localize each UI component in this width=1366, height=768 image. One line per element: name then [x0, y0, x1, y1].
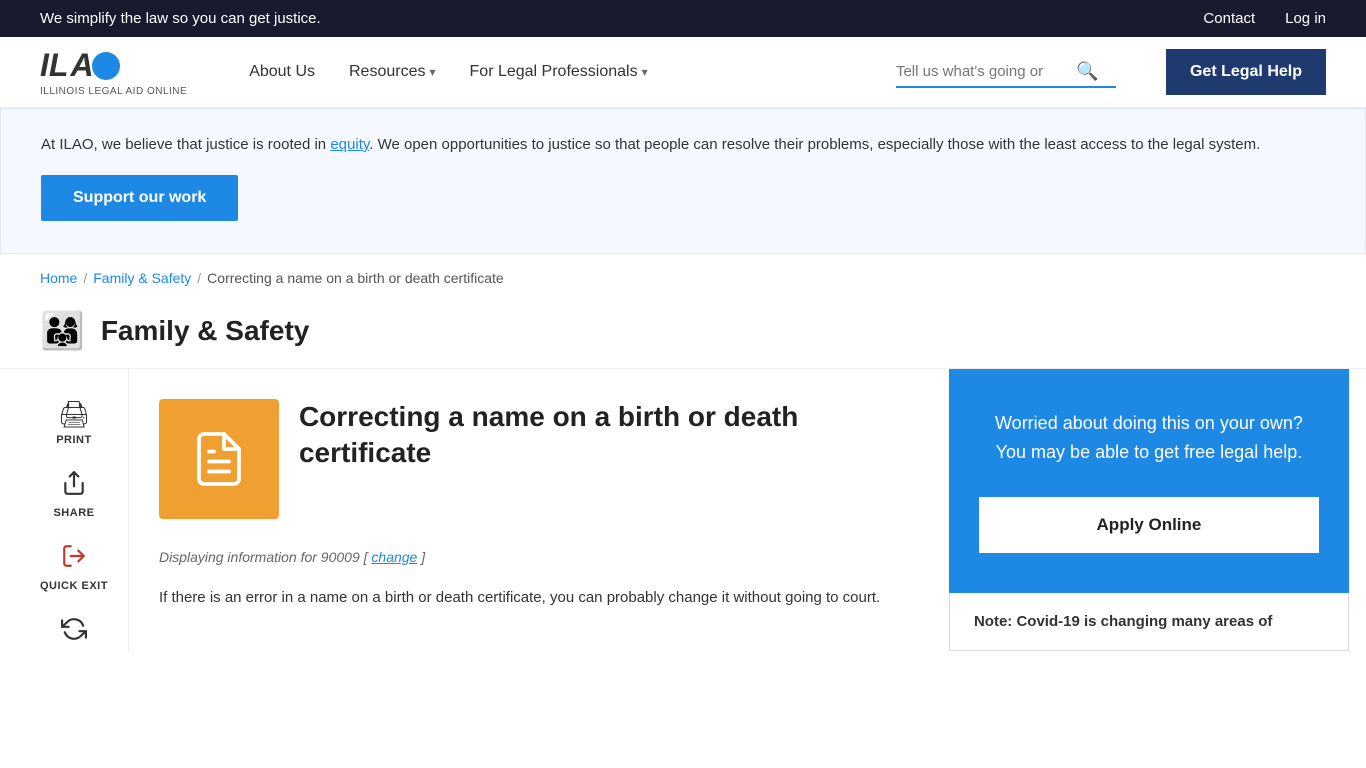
article-title: Correcting a name on a birth or death ce… — [299, 399, 909, 472]
article-body-text: If there is an error in a name on a birt… — [159, 585, 909, 611]
logo-circle-o — [92, 52, 120, 80]
resources-chevron-icon: ▾ — [429, 65, 435, 79]
logo[interactable]: IL A ILLINOIS LEGAL AID ONLINE — [40, 47, 187, 97]
share-label: SHARE — [53, 507, 94, 519]
apply-online-button[interactable]: Apply Online — [979, 497, 1319, 553]
header: IL A ILLINOIS LEGAL AID ONLINE About Us … — [0, 37, 1366, 108]
share-action[interactable]: SHARE — [53, 470, 94, 519]
tagline: We simplify the law so you can get justi… — [40, 10, 321, 27]
search-area: 🔍 — [896, 57, 1116, 88]
family-safety-icon: 👨‍👩‍👧 — [40, 310, 85, 352]
right-panel-text: Worried about doing this on your own? Yo… — [979, 409, 1319, 467]
recycle-icon — [61, 616, 87, 649]
breadcrumb: Home / Family & Safety / Correcting a na… — [0, 254, 1366, 302]
print-label: PRINT — [56, 434, 92, 446]
quick-exit-icon — [61, 543, 87, 576]
equity-link[interactable]: equity — [330, 136, 369, 153]
breadcrumb-home[interactable]: Home — [40, 270, 77, 286]
top-banner: We simplify the law so you can get justi… — [0, 0, 1366, 37]
recycle-action[interactable] — [61, 616, 87, 649]
nav-resources[interactable]: Resources ▾ — [337, 55, 448, 89]
print-action[interactable]: 🖨 PRINT — [56, 399, 92, 446]
breadcrumb-family-safety[interactable]: Family & Safety — [93, 270, 191, 286]
search-input[interactable] — [896, 63, 1076, 80]
print-icon: 🖨 — [57, 399, 90, 430]
support-work-button[interactable]: Support our work — [41, 175, 238, 221]
nav-about-us[interactable]: About Us — [237, 55, 327, 89]
info-banner-text: At ILAO, we believe that justice is root… — [41, 133, 1325, 157]
sidebar-actions: 🖨 PRINT SHARE QUICK EXIT — [40, 369, 129, 651]
contact-link[interactable]: Contact — [1203, 10, 1255, 27]
breadcrumb-sep-2: / — [197, 270, 201, 286]
nav-legal-professionals[interactable]: For Legal Professionals ▾ — [458, 55, 660, 89]
breadcrumb-current: Correcting a name on a birth or death ce… — [207, 270, 504, 286]
get-legal-help-button[interactable]: Get Legal Help — [1166, 49, 1326, 95]
change-location-link[interactable]: change — [371, 549, 417, 565]
main-nav: About Us Resources ▾ For Legal Professio… — [237, 55, 866, 89]
page-title: Family & Safety — [101, 315, 310, 347]
right-panel: Worried about doing this on your own? Yo… — [949, 369, 1349, 593]
article-body: If there is an error in a name on a birt… — [159, 585, 909, 611]
logo-ao: A — [70, 47, 119, 84]
quick-exit-label: QUICK EXIT — [40, 580, 108, 592]
info-banner: At ILAO, we believe that justice is root… — [0, 108, 1366, 254]
logo-subtitle: ILLINOIS LEGAL AID ONLINE — [40, 86, 187, 97]
search-button[interactable]: 🔍 — [1076, 61, 1098, 82]
article-thumbnail — [159, 399, 279, 519]
note-panel: Note: Covid-19 is changing many areas of — [949, 593, 1349, 651]
main-content: 🖨 PRINT SHARE QUICK EXIT — [0, 369, 1366, 651]
location-info: Displaying information for 90009 [ chang… — [159, 549, 909, 565]
article-area: Correcting a name on a birth or death ce… — [129, 369, 949, 651]
logo-il: IL — [40, 47, 68, 84]
page-title-area: 👨‍👩‍👧 Family & Safety — [0, 302, 1366, 369]
legal-professionals-chevron-icon: ▾ — [642, 65, 648, 79]
top-banner-links: Contact Log in — [1203, 10, 1326, 27]
login-link[interactable]: Log in — [1285, 10, 1326, 27]
breadcrumb-sep-1: / — [83, 270, 87, 286]
share-icon — [61, 470, 87, 503]
quick-exit-action[interactable]: QUICK EXIT — [40, 543, 108, 592]
right-column: Worried about doing this on your own? Yo… — [949, 369, 1349, 651]
note-panel-text: Note: Covid-19 is changing many areas of — [974, 613, 1324, 630]
article-header: Correcting a name on a birth or death ce… — [159, 399, 909, 519]
